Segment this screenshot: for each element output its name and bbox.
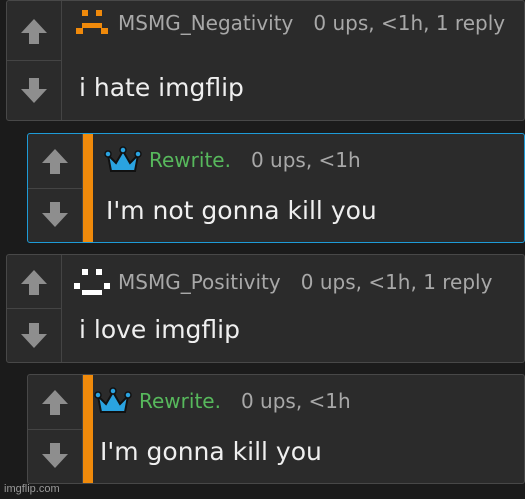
upvote-button[interactable]: [7, 255, 62, 309]
upvote-button[interactable]: [28, 375, 83, 430]
username-link[interactable]: MSMG_Positivity: [118, 270, 281, 294]
comment-header: MSMG_Negativity 0 ups, <1h, 1 reply: [72, 5, 516, 41]
downvote-button[interactable]: [28, 429, 83, 483]
frown-face-icon[interactable]: [72, 7, 112, 39]
arrow-down-icon: [21, 322, 47, 348]
arrow-up-icon: [42, 389, 68, 415]
smile-face-icon[interactable]: [72, 266, 112, 298]
comment-meta: 0 ups, <1h: [240, 389, 351, 413]
upvote-button[interactable]: [28, 134, 83, 189]
username-link[interactable]: MSMG_Negativity: [118, 11, 293, 35]
arrow-up-icon: [21, 18, 47, 44]
comment-text: i love imgflip: [79, 315, 240, 344]
arrow-down-icon: [21, 77, 47, 103]
comment-card: MSMG_Negativity 0 ups, <1h, 1 reply i ha…: [6, 0, 525, 121]
comment-text: I'm not gonna kill you: [106, 196, 377, 225]
downvote-button[interactable]: [7, 309, 62, 362]
upvote-button[interactable]: [7, 1, 62, 61]
vote-column: [7, 255, 62, 362]
downvote-button[interactable]: [28, 188, 83, 242]
comment-meta: 0 ups, <1h, 1 reply: [313, 11, 506, 35]
arrow-up-icon: [21, 269, 47, 295]
crown-icon[interactable]: [103, 144, 143, 176]
vote-column: [28, 134, 83, 242]
username-link[interactable]: Rewrite.: [139, 389, 221, 413]
comment-meta: 0 ups, <1h, 1 reply: [300, 270, 493, 294]
comment-text: I'm gonna kill you: [100, 437, 322, 466]
comment-text: i hate imgflip: [79, 73, 244, 102]
reply-card: Rewrite. 0 ups, <1h I'm gonna kill you: [27, 374, 525, 484]
arrow-up-icon: [42, 148, 68, 174]
comment-card: MSMG_Positivity 0 ups, <1h, 1 reply i lo…: [6, 254, 525, 363]
reply-accent-bar: [83, 375, 93, 483]
reply-accent-bar: [83, 134, 93, 242]
comment-header: Rewrite. 0 ups, <1h: [93, 383, 516, 419]
vote-column: [28, 375, 83, 483]
comment-header: Rewrite. 0 ups, <1h: [103, 142, 516, 178]
comment-meta: 0 ups, <1h: [250, 148, 361, 172]
reply-card: Rewrite. 0 ups, <1h I'm not gonna kill y…: [27, 133, 525, 243]
downvote-button[interactable]: [7, 61, 62, 120]
crown-icon[interactable]: [93, 385, 133, 417]
vote-column: [7, 1, 62, 120]
username-link[interactable]: Rewrite.: [149, 148, 231, 172]
arrow-down-icon: [42, 202, 68, 228]
arrow-down-icon: [42, 443, 68, 469]
comment-header: MSMG_Positivity 0 ups, <1h, 1 reply: [72, 264, 516, 300]
watermark: imgflip.com: [4, 483, 60, 495]
